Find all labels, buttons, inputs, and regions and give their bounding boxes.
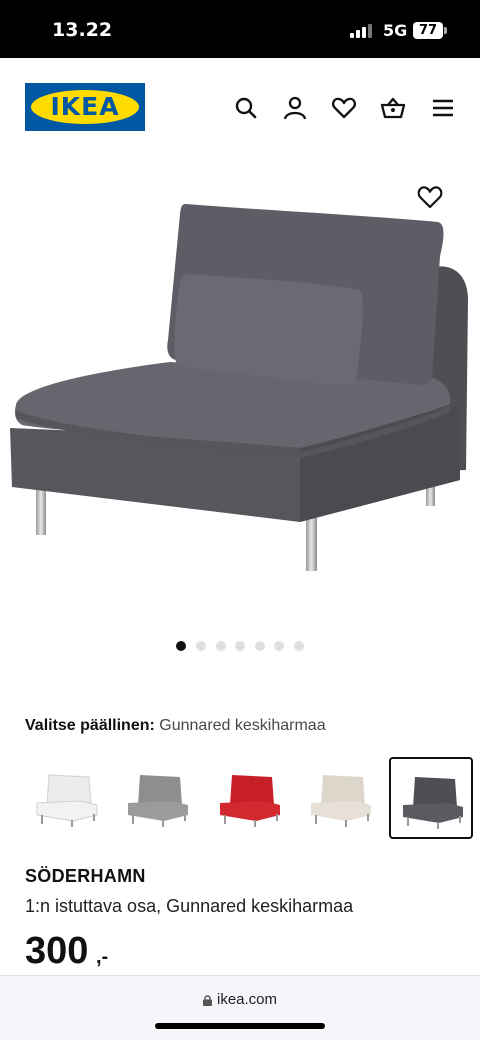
status-time: 13.22	[52, 19, 113, 41]
heart-icon[interactable]	[331, 95, 357, 121]
carousel-dot[interactable]	[216, 641, 226, 651]
battery-tip	[444, 27, 447, 34]
carousel-dot[interactable]	[176, 641, 186, 651]
carousel-dot[interactable]	[294, 641, 304, 651]
user-icon[interactable]	[282, 95, 308, 121]
add-to-favourites-icon[interactable]	[416, 184, 444, 210]
carousel-dot[interactable]	[235, 641, 245, 651]
browser-address-bar[interactable]: ikea.com	[0, 975, 480, 1040]
cover-swatch-beige[interactable]	[299, 757, 383, 839]
lock-icon	[202, 994, 212, 1006]
status-bar: 13.22 5G 77	[0, 0, 480, 58]
search-icon[interactable]	[233, 95, 259, 121]
cover-selection-label: Valitse päällinen: Gunnared keskiharmaa	[25, 717, 326, 735]
cover-swatch-red[interactable]	[208, 757, 292, 839]
cover-swatch-white[interactable]	[25, 757, 109, 839]
battery-icon: 77	[413, 22, 443, 39]
url-text: ikea.com	[216, 991, 278, 1008]
cover-label-title: Valitse päällinen:	[25, 717, 155, 734]
product-name: SÖDERHAMN	[25, 866, 146, 886]
product-description: 1:n istuttava osa, Gunnared keskiharmaa	[25, 896, 354, 916]
cover-selected-value: Gunnared keskiharmaa	[159, 717, 326, 734]
cover-swatch-dark-grey[interactable]	[389, 757, 473, 839]
product-price: 300	[25, 930, 89, 972]
product-image[interactable]	[0, 160, 480, 630]
site-header: IKEA	[0, 58, 480, 158]
cover-swatch-light-grey[interactable]	[116, 757, 200, 839]
home-indicator[interactable]	[155, 1023, 325, 1029]
signal-icon	[350, 24, 372, 38]
url-field[interactable]: ikea.com	[0, 991, 480, 1008]
network-type: 5G	[383, 21, 408, 40]
menu-icon[interactable]	[430, 95, 456, 121]
logo-text: IKEA	[50, 92, 120, 121]
carousel-dot[interactable]	[255, 641, 265, 651]
ikea-logo[interactable]: IKEA	[25, 83, 145, 131]
basket-icon[interactable]	[380, 95, 406, 121]
carousel-dot[interactable]	[196, 641, 206, 651]
carousel-dot[interactable]	[274, 641, 284, 651]
price-suffix: ,-	[96, 946, 109, 968]
